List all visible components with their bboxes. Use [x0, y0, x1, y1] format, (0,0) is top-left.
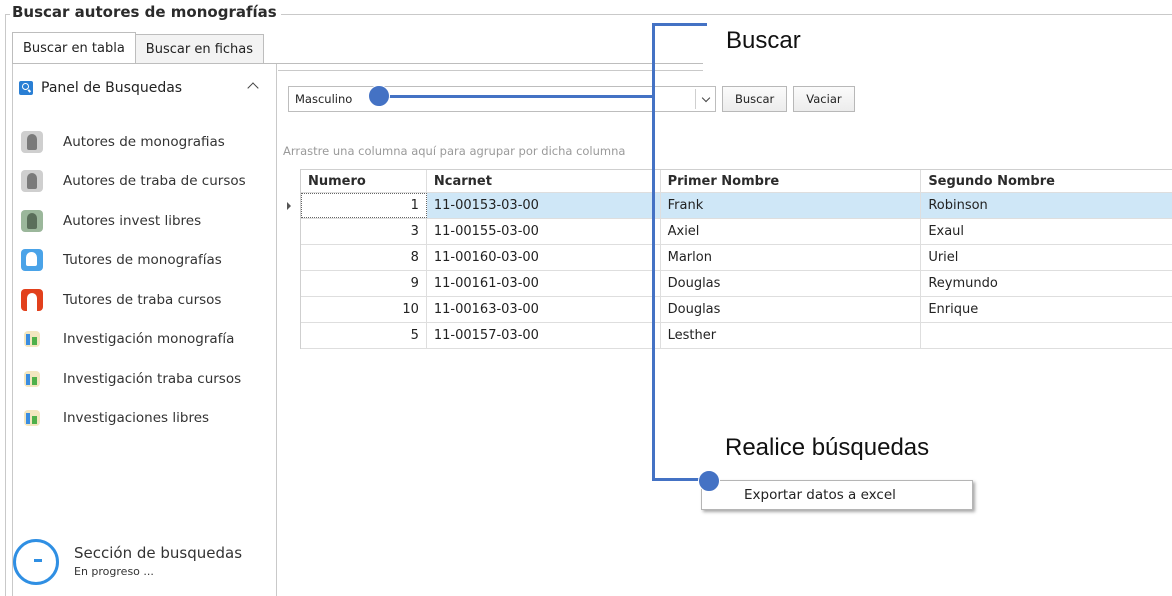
results-grid: Numero Ncarnet Primer Nombre Segundo Nom…	[287, 169, 1172, 349]
context-menu: Exportar datos a excel	[701, 480, 973, 510]
cell-numero[interactable]: 5	[301, 323, 427, 348]
nav-item-tutores-traba-cursos[interactable]: Tutores de traba cursos	[21, 280, 246, 320]
cell-numero[interactable]: 1	[301, 193, 427, 218]
nav-item-label: Investigación traba cursos	[63, 370, 242, 387]
cell-primer-nombre[interactable]: Frank	[661, 193, 922, 218]
chevron-up-icon[interactable]	[247, 82, 259, 94]
nav-item-label: Autores invest libres	[63, 212, 202, 229]
cell-primer-nombre[interactable]: Marlon	[661, 245, 922, 270]
table-row[interactable]: 9 11-00161-03-00 Douglas Reymundo	[301, 271, 1172, 297]
search-button[interactable]: Buscar	[722, 86, 788, 112]
results-area: Masculino Buscar Vaciar Arrastre una col…	[278, 70, 1172, 596]
grid-header-row: Numero Ncarnet Primer Nombre Segundo Nom…	[301, 169, 1172, 193]
nav-item-investigacion-monografia[interactable]: Investigación monografía	[21, 320, 246, 360]
table-row[interactable]: 8 11-00160-03-00 Marlon Uriel	[301, 245, 1172, 271]
column-header-primer-nombre[interactable]: Primer Nombre	[661, 170, 922, 192]
cell-segundo-nombre[interactable]	[921, 323, 1172, 348]
nav-item-investigaciones-libres[interactable]: Investigaciones libres	[21, 399, 246, 439]
panel-header[interactable]: Panel de Busquedas	[19, 80, 182, 96]
nav-item-label: Investigaciones libres	[63, 410, 210, 427]
cell-segundo-nombre[interactable]: Enrique	[921, 297, 1172, 322]
chart-icon	[24, 331, 40, 348]
cell-ncarnet[interactable]: 11-00160-03-00	[427, 245, 661, 270]
column-header-numero[interactable]: Numero	[301, 170, 427, 192]
person-gray-icon	[21, 130, 43, 153]
nav-item-label: Autores de traba de cursos	[63, 173, 246, 190]
cell-segundo-nombre[interactable]: Reymundo	[921, 271, 1172, 296]
nav-item-autores-invest-libres[interactable]: Autores invest libres	[21, 201, 246, 241]
combo-dropdown-button[interactable]	[695, 89, 715, 109]
nav-item-tutores-monografias[interactable]: Tutores de monografías	[21, 241, 246, 281]
search-icon	[19, 81, 33, 95]
tab-strip: Buscar en tabla Buscar en fichas	[12, 32, 265, 63]
chevron-down-icon	[701, 93, 710, 102]
nav-item-autores-monografias[interactable]: Autores de monografias	[21, 122, 246, 162]
cell-primer-nombre[interactable]: Douglas	[661, 271, 922, 296]
person-red-icon	[21, 288, 43, 311]
annotation-dot	[698, 470, 720, 492]
annotation-connector	[652, 23, 707, 26]
search-panel: Panel de Busquedas Autores de monografia…	[12, 64, 277, 596]
panel-title: Panel de Busquedas	[41, 80, 183, 96]
annotation-connector	[652, 23, 655, 480]
cell-numero[interactable]: 9	[301, 271, 427, 296]
cell-segundo-nombre[interactable]: Robinson	[921, 193, 1172, 218]
person-gray-icon	[21, 170, 43, 193]
chart-icon	[24, 410, 40, 427]
nav-item-autores-traba-cursos[interactable]: Autores de traba de cursos	[21, 162, 246, 202]
cell-ncarnet[interactable]: 11-00161-03-00	[427, 271, 661, 296]
cell-numero[interactable]: 3	[301, 219, 427, 244]
cell-primer-nombre[interactable]: Axiel	[661, 219, 922, 244]
annotation-connector	[380, 95, 655, 98]
cell-ncarnet[interactable]: 11-00163-03-00	[427, 297, 661, 322]
nav-item-investigacion-traba-cursos[interactable]: Investigación traba cursos	[21, 359, 246, 399]
column-header-ncarnet[interactable]: Ncarnet	[427, 170, 661, 192]
cell-primer-nombre[interactable]: Lesther	[661, 323, 922, 348]
nav-item-label: Tutores de monografías	[63, 252, 222, 269]
nav-item-label: Investigación monografía	[63, 331, 235, 348]
person-green-icon	[21, 209, 43, 232]
cell-ncarnet[interactable]: 11-00157-03-00	[427, 323, 661, 348]
cell-segundo-nombre[interactable]: Uriel	[921, 245, 1172, 270]
table-row[interactable]: 10 11-00163-03-00 Douglas Enrique	[301, 297, 1172, 323]
person-blue-icon	[21, 249, 43, 272]
chart-icon	[24, 370, 40, 387]
cell-segundo-nombre[interactable]: Exaul	[921, 219, 1172, 244]
annotation-top-label: Buscar	[726, 27, 801, 54]
table-row[interactable]: 5 11-00157-03-00 Lesther	[301, 323, 1172, 349]
table-row[interactable]: 1 11-00153-03-00 Frank Robinson	[287, 193, 1172, 219]
annotation-dot	[368, 85, 390, 107]
window-title: Buscar autores de monografías	[10, 3, 281, 21]
tab-buscar-en-tabla[interactable]: Buscar en tabla	[12, 32, 136, 63]
panel-nav-list: Autores de monografias Autores de traba …	[21, 122, 246, 438]
clear-button[interactable]: Vaciar	[793, 86, 855, 112]
progress-subtitle: En progreso ...	[74, 565, 154, 578]
progress-title: Sección de busquedas	[74, 544, 243, 562]
cell-ncarnet[interactable]: 11-00153-03-00	[427, 193, 661, 218]
nav-item-label: Autores de monografias	[63, 133, 225, 150]
tab-buscar-en-fichas[interactable]: Buscar en fichas	[134, 34, 265, 63]
progress-ring-icon	[13, 539, 59, 585]
cell-numero[interactable]: 8	[301, 245, 427, 270]
cell-ncarnet[interactable]: 11-00155-03-00	[427, 219, 661, 244]
cell-primer-nombre[interactable]: Douglas	[661, 297, 922, 322]
menu-item-export-excel[interactable]: Exportar datos a excel	[702, 487, 896, 503]
nav-item-label: Tutores de traba cursos	[63, 291, 222, 308]
table-row[interactable]: 3 11-00155-03-00 Axiel Exaul	[301, 219, 1172, 245]
row-pointer-icon	[287, 202, 291, 210]
group-by-hint[interactable]: Arrastre una columna aquí para agrupar p…	[283, 144, 625, 158]
column-header-segundo-nombre[interactable]: Segundo Nombre	[921, 170, 1172, 192]
annotation-bottom-label: Realice búsquedas	[725, 434, 930, 461]
cell-numero[interactable]: 10	[301, 297, 427, 322]
